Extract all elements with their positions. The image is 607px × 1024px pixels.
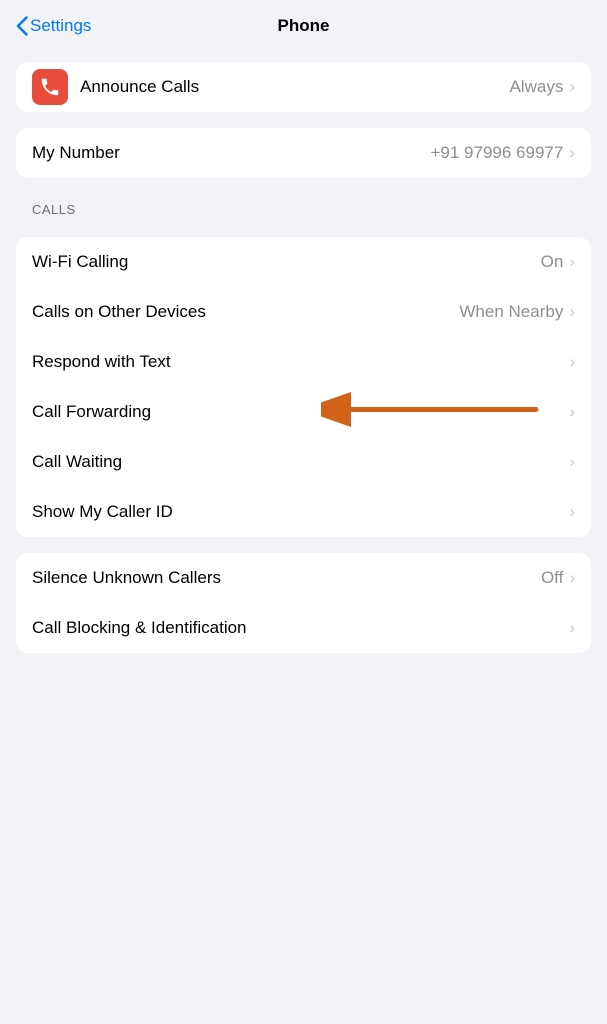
my-number-value: +91 97996 69977 bbox=[430, 143, 563, 163]
my-number-row[interactable]: My Number +91 97996 69977 › bbox=[16, 128, 591, 178]
respond-text-chevron: › bbox=[569, 352, 575, 372]
call-waiting-row[interactable]: Call Waiting › bbox=[16, 437, 591, 487]
back-button[interactable]: Settings bbox=[16, 16, 91, 36]
calls-other-devices-row[interactable]: Calls on Other Devices When Nearby › bbox=[16, 287, 591, 337]
respond-text-label: Respond with Text bbox=[32, 352, 563, 372]
caller-id-row[interactable]: Show My Caller ID › bbox=[16, 487, 591, 537]
phone-app-icon bbox=[32, 69, 68, 105]
announce-calls-value: Always bbox=[509, 77, 563, 97]
silence-unknown-value: Off bbox=[541, 568, 563, 588]
call-waiting-chevron: › bbox=[569, 452, 575, 472]
calls-other-devices-chevron: › bbox=[569, 302, 575, 322]
wifi-calling-value: On bbox=[541, 252, 564, 272]
calls-other-devices-value: When Nearby bbox=[459, 302, 563, 322]
call-forwarding-row[interactable]: Call Forwarding › bbox=[16, 387, 591, 437]
call-blocking-row[interactable]: Call Blocking & Identification › bbox=[16, 603, 591, 653]
page-title: Phone bbox=[278, 16, 330, 36]
calls-section-label: CALLS bbox=[16, 194, 591, 221]
announce-calls-chevron: › bbox=[569, 77, 575, 97]
caller-id-chevron: › bbox=[569, 502, 575, 522]
calls-section: Wi-Fi Calling On › Calls on Other Device… bbox=[16, 237, 591, 537]
announce-calls-row[interactable]: Announce Calls Always › bbox=[16, 62, 591, 112]
call-blocking-chevron: › bbox=[569, 618, 575, 638]
wifi-calling-label: Wi-Fi Calling bbox=[32, 252, 541, 272]
announce-calls-label: Announce Calls bbox=[80, 77, 509, 97]
call-waiting-label: Call Waiting bbox=[32, 452, 563, 472]
back-label: Settings bbox=[30, 16, 91, 36]
my-number-label: My Number bbox=[32, 143, 430, 163]
wifi-calling-row[interactable]: Wi-Fi Calling On › bbox=[16, 237, 591, 287]
silence-unknown-label: Silence Unknown Callers bbox=[32, 568, 541, 588]
caller-id-label: Show My Caller ID bbox=[32, 502, 563, 522]
silence-unknown-chevron: › bbox=[569, 568, 575, 588]
calls-other-devices-label: Calls on Other Devices bbox=[32, 302, 459, 322]
wifi-calling-chevron: › bbox=[569, 252, 575, 272]
silence-unknown-row[interactable]: Silence Unknown Callers Off › bbox=[16, 553, 591, 603]
call-blocking-label: Call Blocking & Identification bbox=[32, 618, 563, 638]
my-number-chevron: › bbox=[569, 143, 575, 163]
call-forwarding-chevron: › bbox=[569, 402, 575, 422]
respond-text-row[interactable]: Respond with Text › bbox=[16, 337, 591, 387]
announce-calls-section: Announce Calls Always › bbox=[16, 62, 591, 112]
my-number-section: My Number +91 97996 69977 › bbox=[16, 128, 591, 178]
header: Settings Phone bbox=[0, 0, 607, 46]
call-forwarding-label: Call Forwarding bbox=[32, 402, 563, 422]
blocking-section: Silence Unknown Callers Off › Call Block… bbox=[16, 553, 591, 653]
